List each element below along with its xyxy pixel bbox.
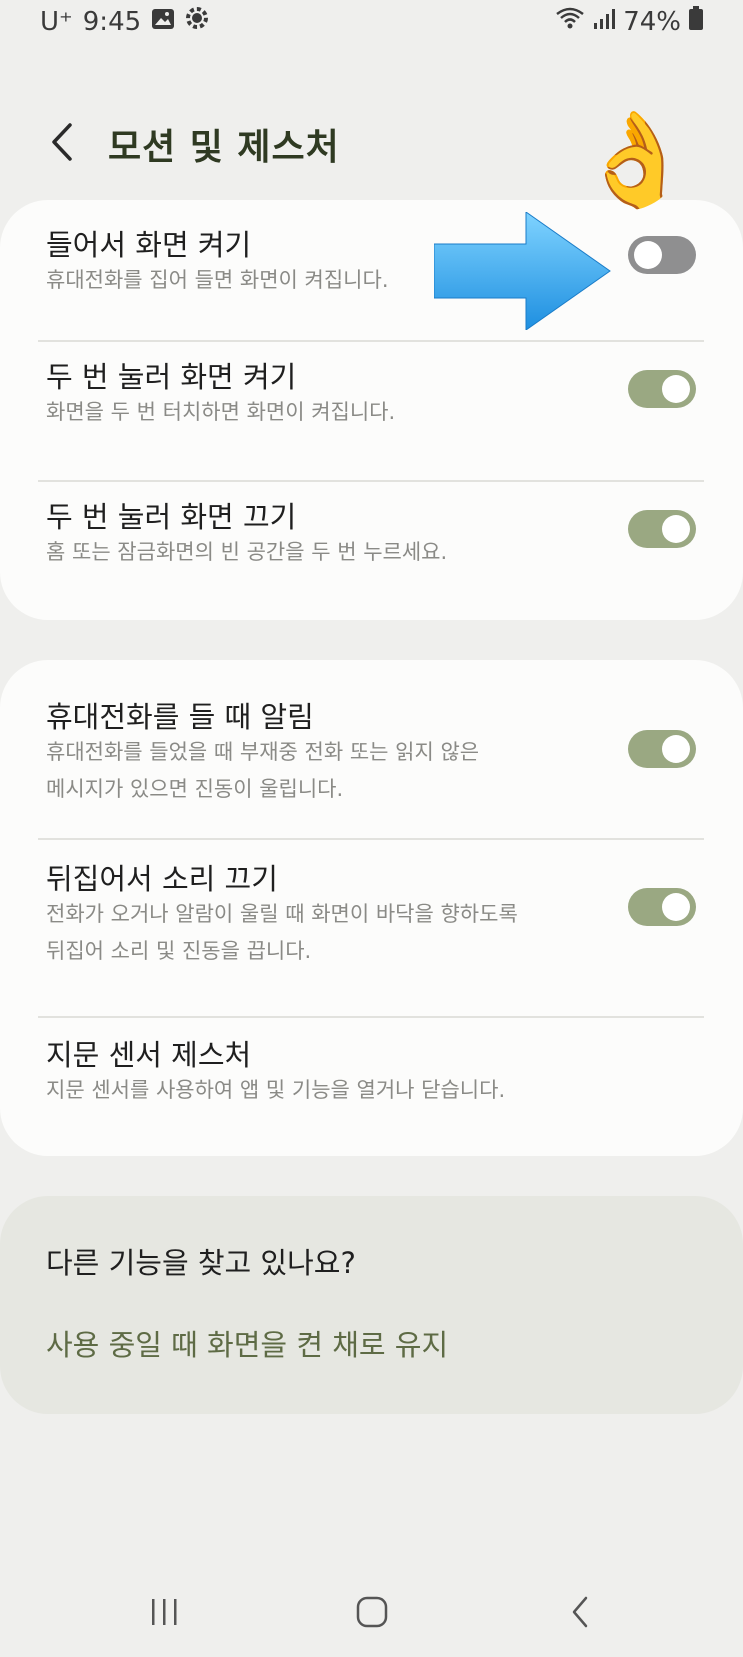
setting-title: 두 번 눌러 화면 켜기: [46, 360, 297, 394]
flip-to-mute-toggle[interactable]: [628, 888, 696, 926]
home-button[interactable]: [342, 1590, 402, 1634]
setting-description-line2: 뒤집어 소리 및 진동을 끕니다.: [46, 939, 312, 963]
setting-row-double-tap-off[interactable]: 두 번 눌러 화면 끄기 홈 또는 잠금화면의 빈 공간을 두 번 누르세요.: [0, 482, 743, 620]
nav-back-button[interactable]: [550, 1590, 610, 1634]
chevron-left-icon: [52, 123, 72, 161]
toggle-knob: [662, 515, 690, 543]
recent-apps-icon: [152, 1599, 177, 1625]
page-title: 모션 및 제스처: [108, 127, 340, 168]
setting-row-lift-to-wake[interactable]: 들어서 화면 켜기 휴대전화를 집어 들면 화면이 켜집니다.: [0, 200, 743, 340]
setting-description-line2: 메시지가 있으면 진동이 울립니다.: [46, 777, 344, 801]
setting-row-double-tap-on[interactable]: 두 번 눌러 화면 켜기 화면을 두 번 터치하면 화면이 켜집니다.: [0, 342, 743, 482]
smart-alert-toggle[interactable]: [628, 730, 696, 768]
setting-title: 두 번 눌러 화면 끄기: [46, 500, 297, 534]
battery-percent: 74%: [623, 6, 681, 37]
signal-icon: [593, 7, 616, 37]
setting-title: 들어서 화면 켜기: [46, 228, 252, 262]
status-bar: U⁺ 9:45 74%: [0, 0, 743, 50]
navigation-bar: [0, 1570, 743, 1650]
brightness-settings-icon: [185, 6, 209, 37]
keep-screen-on-link[interactable]: 사용 중일 때 화면을 켠 채로 유지: [46, 1322, 448, 1364]
gallery-icon: [151, 7, 175, 37]
suggestions-title: 다른 기능을 찾고 있나요?: [46, 1246, 356, 1280]
battery-icon: [689, 6, 703, 37]
lift-to-wake-toggle[interactable]: [628, 236, 696, 274]
setting-title: 지문 센서 제스처: [46, 1038, 252, 1072]
clock: 9:45: [82, 6, 142, 37]
setting-row-fingerprint-gestures[interactable]: 지문 센서 제스처 지문 센서를 사용하여 앱 및 기능을 열거나 닫습니다.: [0, 1018, 743, 1156]
setting-row-flip-to-mute[interactable]: 뒤집어서 소리 끄기 전화가 오거나 알람이 울릴 때 화면이 바닥을 향하도록…: [0, 840, 743, 1016]
double-tap-off-toggle[interactable]: [628, 510, 696, 548]
back-icon: [572, 1596, 588, 1628]
settings-card-display: 들어서 화면 켜기 휴대전화를 집어 들면 화면이 켜집니다. 두 번 눌러 화…: [0, 200, 743, 620]
wifi-icon: [555, 6, 585, 37]
back-button[interactable]: [40, 114, 84, 170]
settings-card-alerts: 휴대전화를 들 때 알림 휴대전화를 들었을 때 부재중 전화 또는 읽지 않은…: [0, 660, 743, 1156]
status-right: 74%: [555, 6, 703, 37]
setting-row-smart-alert[interactable]: 휴대전화를 들 때 알림 휴대전화를 들었을 때 부재중 전화 또는 읽지 않은…: [0, 660, 743, 838]
toggle-knob: [634, 241, 662, 269]
setting-description-line1: 휴대전화를 들었을 때 부재중 전화 또는 읽지 않은: [46, 740, 480, 764]
setting-description: 화면을 두 번 터치하면 화면이 켜집니다.: [46, 400, 396, 424]
setting-description-line1: 전화가 오거나 알람이 울릴 때 화면이 바닥을 향하도록: [46, 902, 518, 926]
ok-hand-emoji: 👌: [578, 106, 693, 213]
status-left: U⁺ 9:45: [40, 6, 209, 37]
double-tap-on-toggle[interactable]: [628, 370, 696, 408]
arrow-annotation: [433, 211, 612, 331]
recent-apps-button[interactable]: [134, 1590, 194, 1634]
toggle-knob: [662, 375, 690, 403]
toggle-knob: [662, 893, 690, 921]
setting-description: 지문 센서를 사용하여 앱 및 기능을 열거나 닫습니다.: [46, 1078, 506, 1102]
home-icon: [356, 1596, 388, 1628]
suggestions-card: 다른 기능을 찾고 있나요? 사용 중일 때 화면을 켠 채로 유지: [0, 1196, 743, 1414]
toggle-knob: [662, 735, 690, 763]
setting-description: 홈 또는 잠금화면의 빈 공간을 두 번 누르세요.: [46, 540, 448, 564]
setting-title: 뒤집어서 소리 끄기: [46, 862, 278, 896]
setting-title: 휴대전화를 들 때 알림: [46, 700, 314, 734]
carrier-label: U⁺: [40, 6, 73, 37]
